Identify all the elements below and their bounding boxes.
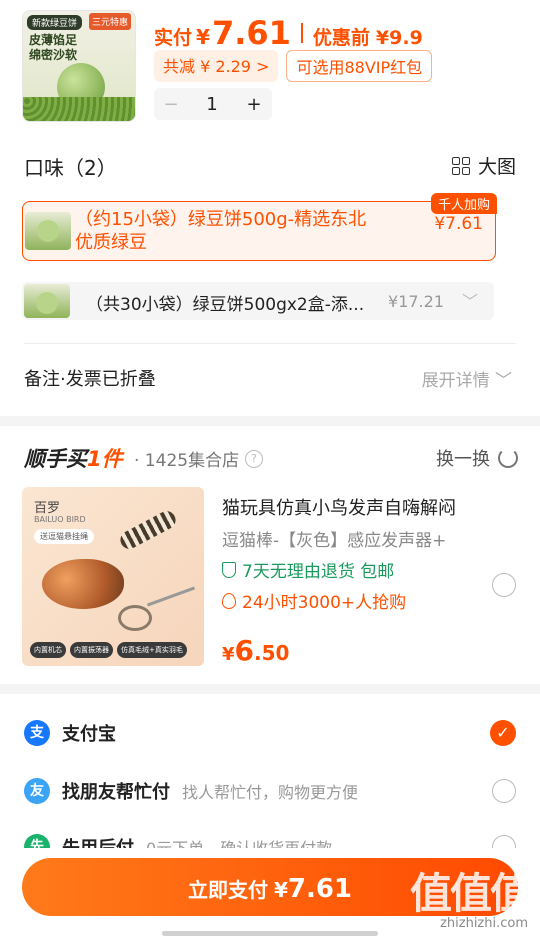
buy-along-select-radio[interactable]	[492, 573, 516, 597]
beans-graphic	[23, 97, 135, 121]
buy-along-title-count: 1件	[87, 447, 123, 471]
vip-coupon-chip[interactable]: 可选用88VIP红包	[286, 50, 433, 82]
buy-along-price: ¥ 6 .50	[222, 634, 289, 667]
return-policy: 7天无理由退货 包邮	[222, 557, 394, 582]
home-indicator[interactable]	[162, 931, 378, 936]
ring-graphic	[118, 605, 152, 631]
price-separator	[300, 23, 303, 43]
grid-icon	[451, 156, 470, 175]
payment-option-alipay[interactable]: 支 支付宝	[24, 720, 116, 746]
payment-option-friend[interactable]: 友 找朋友帮忙付 找人帮忙付，购物更方便	[24, 778, 358, 804]
watermark: 值值值	[409, 869, 532, 918]
decrease-button[interactable]: −	[154, 94, 188, 115]
cord-graphic	[146, 586, 196, 607]
price-currency: ¥	[222, 644, 235, 665]
price-row: 实付 ¥ 7.61 优惠前 ¥9.9	[154, 14, 423, 52]
swap-button[interactable]: 换一换	[436, 445, 518, 471]
flavor-option-thumb	[24, 284, 70, 318]
big-view-label: 大图	[477, 156, 516, 178]
flavor-option-price: ¥17.21	[388, 292, 444, 311]
feature-icon-label: 仿真毛绒+真实羽毛	[117, 642, 187, 658]
refresh-icon	[498, 448, 518, 468]
flavor-option-name: （约15小袋）绿豆饼500g-精选东北优质绿豆	[75, 209, 367, 253]
feature-icons: 内置机芯 内置振荡器 仿真毛绒+真实羽毛	[30, 642, 187, 658]
flavor-option-price: ¥7.61	[434, 214, 483, 234]
return-policy-label: 7天无理由退货 包邮	[242, 562, 395, 582]
product-brand: 百罗	[34, 501, 61, 516]
store-label: · 1425集合店	[134, 451, 240, 471]
flavor-option-name: （共30小袋）绿豆饼500gx2盒-添...	[86, 295, 365, 315]
payment-name: 支付宝	[62, 724, 116, 745]
buy-along-product-sku: 逗猫棒-【灰色】感应发声器+	[222, 531, 447, 551]
product-gift-pill: 送逗猫悬挂绳	[34, 529, 94, 544]
discount-chip[interactable]: 共减 ¥ 2.29 >	[154, 50, 279, 82]
big-view-toggle[interactable]: 大图	[451, 152, 516, 179]
store-name: · 1425集合店 ?	[134, 446, 264, 471]
price-value: 7.61	[211, 14, 291, 52]
friend-pay-icon: 友	[24, 778, 50, 804]
sales-hint-label: 24小时3000+人抢购	[242, 593, 407, 613]
quantity-stepper: − 1 +	[154, 88, 272, 120]
pay-now-amount: 7.61	[287, 874, 353, 904]
product-image[interactable]: 新款绿豆饼 三元特惠 皮薄馅足 绵密沙软	[22, 10, 136, 122]
price-integer: 6	[234, 634, 255, 667]
product-image-tag: 新款绿豆饼	[27, 15, 83, 30]
price-currency: ¥	[196, 25, 210, 49]
payment-name: 找朋友帮忙付	[62, 782, 170, 803]
flame-icon	[222, 592, 236, 609]
flavor-title: 口味（2）	[24, 156, 117, 180]
shield-icon	[222, 561, 236, 578]
checkmark-icon[interactable]: ✓	[490, 720, 516, 746]
flavor-option-2[interactable]: （共30小袋）绿豆饼500gx2盒-添... ¥17.21 ﹀	[22, 282, 494, 320]
price-decimal: .50	[254, 641, 290, 665]
buy-along-product-title[interactable]: 猫玩具仿真小鸟发声自嗨解闷	[222, 494, 456, 520]
pre-discount-price: ¥9.9	[375, 27, 423, 49]
feature-icon-label: 内置机芯	[30, 642, 66, 658]
product-image-badge: 三元特惠	[88, 13, 131, 30]
feature-icon-label: 内置振荡器	[70, 642, 113, 658]
product-brand-en: BAILUO BIRD	[34, 515, 86, 524]
flavor-option-thumb	[25, 212, 71, 250]
chevron-down-icon[interactable]: ﹀	[462, 288, 478, 312]
divider	[24, 343, 516, 344]
buy-along-product-image[interactable]: 百罗 BAILUO BIRD 送逗猫悬挂绳 内置机芯 内置振荡器 仿真毛绒+真实…	[22, 487, 204, 666]
increase-button[interactable]: +	[236, 94, 272, 115]
pay-now-currency: ¥	[273, 878, 288, 902]
payment-section	[0, 694, 540, 854]
quantity-value[interactable]: 1	[188, 94, 236, 115]
flavor-option-1[interactable]: （约15小袋）绿豆饼500g-精选东北优质绿豆 千人加购 ¥7.61	[22, 193, 497, 261]
swap-label: 换一换	[436, 449, 490, 470]
sales-hint: 24小时3000+人抢购	[222, 588, 406, 613]
discount-chips: 共减 ¥ 2.29 > 可选用88VIP红包	[154, 50, 433, 82]
watermark-url: zhizhizhi.com	[440, 916, 528, 931]
payment-radio[interactable]	[492, 779, 516, 803]
feather-graphic	[117, 507, 179, 553]
buy-along-title: 顺手买1件	[24, 443, 123, 473]
expand-details-link[interactable]: 展开详情 ﹀	[422, 366, 512, 391]
payment-desc: 找人帮忙付，购物更方便	[182, 783, 359, 802]
product-header: 新款绿豆饼 三元特惠 皮薄馅足 绵密沙软 实付 ¥ 7.61 优惠前 ¥9.9 …	[0, 0, 540, 132]
note-invoice-label: 备注·发票已折叠	[24, 369, 156, 390]
pre-discount-label: 优惠前	[312, 27, 370, 49]
popular-badge: 千人加购	[430, 193, 497, 214]
price-label: 实付	[154, 27, 193, 49]
bird-toy-graphic	[42, 559, 124, 609]
product-image-text: 皮薄馅足 绵密沙软	[29, 33, 78, 62]
buy-along-title-prefix: 顺手买	[24, 447, 87, 471]
help-icon[interactable]: ?	[245, 449, 264, 468]
alipay-icon: 支	[24, 720, 50, 746]
pay-now-label: 立即支付	[187, 878, 268, 902]
